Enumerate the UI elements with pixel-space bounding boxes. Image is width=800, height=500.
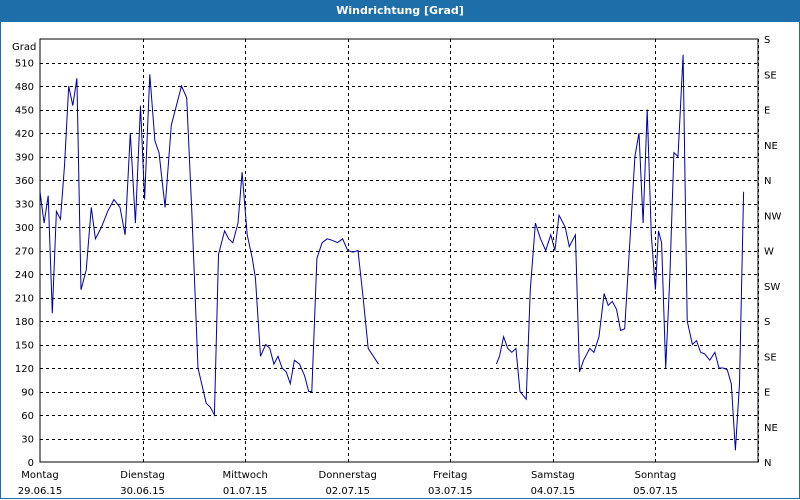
x-tick-day: Sonntag: [635, 470, 677, 481]
compass-label: S: [764, 35, 770, 46]
compass-label: S: [764, 317, 770, 328]
compass-label: E: [764, 388, 770, 399]
x-tick-day: Samstag: [531, 470, 575, 481]
series-group: [39, 54, 745, 451]
y-tick-label: 210: [15, 294, 34, 305]
x-tick-date: 30.06.15: [120, 486, 165, 497]
compass-label: NE: [764, 423, 778, 434]
x-tick-date: 01.07.15: [223, 486, 268, 497]
y-tick-label: 480: [15, 82, 34, 93]
y-tick-label: 330: [15, 200, 34, 211]
y-tick-label: 60: [21, 411, 34, 422]
compass-label: SE: [764, 70, 777, 81]
x-tick-day: Freitag: [433, 470, 467, 481]
x-tick-day: Dienstag: [120, 470, 165, 481]
compass-label: E: [764, 106, 770, 117]
axes: [39, 38, 759, 463]
y-tick-label: 390: [15, 153, 34, 164]
y-tick-labels: 0 30 60 90 120 150 180 210 240 270 300 330 360 390 420…: [15, 59, 34, 470]
compass-label: NE: [764, 141, 778, 152]
y-tick-label: 30: [21, 435, 34, 446]
right-tick-labels: N NE E SE S SW W NW N NE E SE S: [764, 35, 781, 469]
compass-label: NW: [764, 211, 781, 222]
wind-direction-chart: Grad 0 30 60 90 120 150 180 210 240 270 300 330 360 3…: [12, 35, 781, 497]
y-tick-label: 510: [15, 59, 34, 70]
y-tick-label: 150: [15, 341, 34, 352]
x-tick-day: Mittwoch: [222, 470, 267, 481]
y-tick-label: 180: [15, 317, 34, 328]
x-tick-date: 03.07.15: [428, 486, 473, 497]
x-tick-labels: Montag 29.06.15 Dienstag 30.06.15 Mittwoch 01…: [18, 470, 678, 497]
series-line-segment: [39, 74, 379, 417]
grid-lines: [40, 39, 759, 462]
plot-area-border: [39, 38, 759, 463]
compass-label: N: [764, 458, 771, 469]
y-tick-label: 300: [15, 223, 34, 234]
y-tick-label: 270: [15, 247, 34, 258]
x-tick-day: Montag: [21, 470, 58, 481]
compass-label: SW: [764, 282, 780, 293]
compass-label: W: [764, 247, 774, 258]
x-tick-date: 29.06.15: [18, 486, 63, 497]
y-tick-label: 360: [15, 176, 34, 187]
x-tick-date: 04.07.15: [531, 486, 576, 497]
series-line-segment: [495, 54, 745, 451]
x-tick-day: Donnerstag: [319, 470, 377, 481]
y-tick-label: 240: [15, 270, 34, 281]
x-tick-date: 02.07.15: [325, 486, 370, 497]
y-tick-label: 90: [21, 388, 34, 399]
y-axis-unit-label: Grad: [12, 42, 36, 53]
compass-label: SE: [764, 352, 777, 363]
compass-label: N: [764, 176, 771, 187]
y-tick-label: 120: [15, 364, 34, 375]
y-tick-label: 420: [15, 129, 34, 140]
x-tick-date: 05.07.15: [633, 486, 678, 497]
y-tick-label: 0: [28, 458, 34, 469]
y-tick-label: 450: [15, 106, 34, 117]
